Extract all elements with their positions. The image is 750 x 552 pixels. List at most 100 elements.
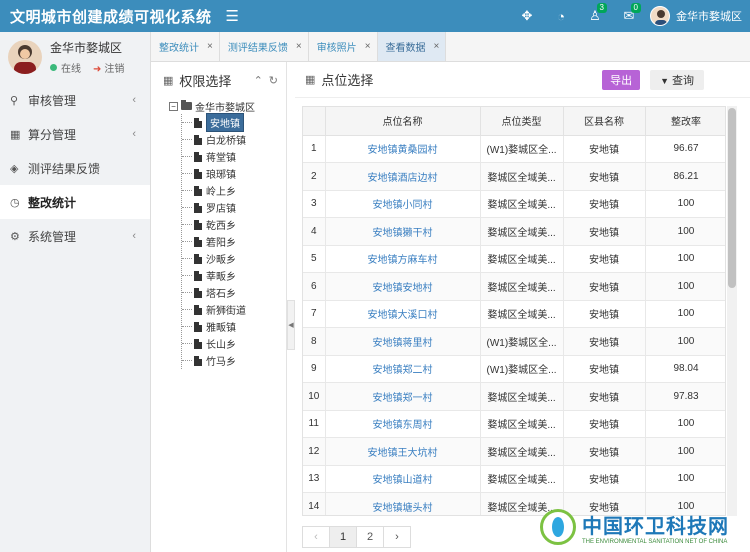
sidebar-item-label: 测评结果反馈: [28, 161, 101, 176]
tree-node-label: 沙畈乡: [206, 255, 236, 266]
point-name-link[interactable]: 安地镇蒋里村: [325, 327, 481, 356]
point-type-cell: 婺城区全域美...: [480, 437, 564, 466]
tree-node[interactable]: 安地镇: [182, 113, 286, 132]
table-row[interactable]: 1 安地镇黄桑园村 (W1)婺城区全... 安地镇 96.67: [303, 135, 725, 163]
point-name-link[interactable]: 安地镇安地村: [325, 272, 481, 301]
col-point-name[interactable]: 点位名称: [325, 107, 481, 136]
mail-icon[interactable]: ✉ 0: [612, 0, 646, 32]
table-row[interactable]: 10 安地镇郑一村 婺城区全域美... 安地镇 97.83: [303, 382, 725, 411]
fullscreen-icon[interactable]: ✥: [510, 0, 544, 32]
tab-label: 审核照片: [316, 43, 357, 54]
sidebar-user-name: 金华市婺城区: [50, 41, 123, 55]
point-name-link[interactable]: 安地镇山道村: [325, 465, 481, 493]
next-page-button[interactable]: ›: [383, 526, 411, 548]
vertical-scrollbar[interactable]: [727, 106, 737, 516]
tree-node[interactable]: 雅畈镇: [182, 318, 286, 335]
sidebar-item-scoring[interactable]: ▦ 算分管理 ‹: [0, 117, 150, 151]
tree-node[interactable]: 箬阳乡: [182, 233, 286, 250]
table-row[interactable]: 13 安地镇山道村 婺城区全域美... 安地镇 100: [303, 465, 725, 493]
logout-link[interactable]: ➜ 注销: [93, 60, 124, 75]
document-icon: [194, 287, 202, 298]
point-type-cell: (W1)婺城区全...: [480, 355, 564, 383]
close-icon[interactable]: ×: [207, 41, 213, 52]
tab-photos[interactable]: 审核照片 ×: [309, 32, 378, 61]
export-button[interactable]: 导出: [602, 69, 641, 90]
table-row[interactable]: 2 安地镇酒店边村 婺城区全域美... 安地镇 86.21: [303, 162, 725, 191]
point-name-link[interactable]: 安地镇酒店边村: [325, 162, 481, 191]
document-icon: [194, 202, 202, 213]
tree-node[interactable]: 沙畈乡: [182, 250, 286, 267]
collapse-toggle-icon[interactable]: −: [169, 101, 178, 111]
close-icon[interactable]: ×: [296, 41, 302, 52]
row-index: 3: [303, 190, 326, 218]
tab-rectification[interactable]: 整改统计 ×: [151, 32, 220, 61]
tab-view-data[interactable]: 查看数据 ×: [377, 32, 447, 61]
point-name-link[interactable]: 安地镇郑一村: [325, 382, 481, 411]
sidebar-item-audit[interactable]: ⚲ 审核管理 ‹: [0, 83, 150, 117]
scrollbar-thumb[interactable]: [728, 108, 736, 288]
close-icon[interactable]: ×: [434, 41, 440, 52]
calculator-icon: ▦: [10, 128, 21, 141]
page-button[interactable]: 2: [356, 526, 384, 548]
point-type-cell: 婺城区全域美...: [480, 382, 564, 411]
point-type-cell: (W1)婺城区全...: [480, 327, 564, 356]
sidebar-item-feedback[interactable]: ◈ 测评结果反馈: [0, 151, 150, 185]
col-rate[interactable]: 整改率: [645, 107, 725, 136]
refresh-icon[interactable]: ↻: [269, 74, 278, 87]
tree-node-label: 乾西乡: [206, 221, 236, 232]
tree-node-label: 长山乡: [206, 340, 236, 351]
table-row[interactable]: 5 安地镇方麻车村 婺城区全域美... 安地镇 100: [303, 245, 725, 273]
chevron-up-icon[interactable]: ⌃: [254, 74, 263, 87]
point-type-cell: 婺城区全域美...: [480, 217, 564, 246]
point-name-link[interactable]: 安地镇小同村: [325, 190, 481, 218]
sidebar-menu: ⚲ 审核管理 ‹ ▦ 算分管理 ‹ ◈ 测评结果反馈 ◷ 整改统计 ⚙ 系统管理…: [0, 83, 150, 253]
tree-node[interactable]: 长山乡: [182, 335, 286, 352]
chevron-left-icon: ‹: [132, 94, 136, 106]
table-row[interactable]: 6 安地镇安地村 婺城区全域美... 安地镇 100: [303, 272, 725, 301]
table-row[interactable]: 3 安地镇小同村 婺城区全域美... 安地镇 100: [303, 190, 725, 218]
page-button[interactable]: 1: [329, 526, 357, 548]
tree-root[interactable]: − 金华市婺城区: [169, 98, 286, 114]
dashboard-icon[interactable]: ◔: [544, 0, 578, 32]
tree-node[interactable]: 白龙桥镇: [182, 131, 286, 148]
online-dot-icon: [50, 64, 57, 71]
tree-node[interactable]: 莘畈乡: [182, 267, 286, 284]
tree-node[interactable]: 蒋堂镇: [182, 148, 286, 165]
tree-node[interactable]: 乾西乡: [182, 216, 286, 233]
point-name-link[interactable]: 安地镇獭干村: [325, 217, 481, 246]
header-avatar: [650, 6, 670, 26]
sidebar-item-system[interactable]: ⚙ 系统管理 ‹: [0, 219, 150, 253]
tree-node[interactable]: 新狮街道: [182, 301, 286, 318]
point-name-link[interactable]: 安地镇王大坑村: [325, 437, 481, 466]
table-row[interactable]: 4 安地镇獭干村 婺城区全域美... 安地镇 100: [303, 217, 725, 246]
point-name-link[interactable]: 安地镇方麻车村: [325, 245, 481, 273]
tab-feedback[interactable]: 测评结果反馈 ×: [220, 32, 309, 61]
tree-node[interactable]: 塔石乡: [182, 284, 286, 301]
point-name-link[interactable]: 安地镇郑二村: [325, 355, 481, 383]
panel-collapse-handle[interactable]: ◀: [287, 300, 295, 350]
table-row[interactable]: 12 安地镇王大坑村 婺城区全域美... 安地镇 100: [303, 437, 725, 466]
table-row[interactable]: 11 安地镇东周村 婺城区全域美... 安地镇 100: [303, 410, 725, 438]
tree-node[interactable]: 罗店镇: [182, 199, 286, 216]
users-icon[interactable]: ♙ 3: [578, 0, 612, 32]
point-name-link[interactable]: 安地镇塘头村: [325, 492, 481, 515]
table-row[interactable]: 8 安地镇蒋里村 (W1)婺城区全... 安地镇 100: [303, 327, 725, 356]
col-county[interactable]: 区县名称: [563, 107, 646, 136]
menu-toggle-icon[interactable]: ☰: [226, 7, 239, 25]
table-row[interactable]: 9 安地镇郑二村 (W1)婺城区全... 安地镇 98.04: [303, 355, 725, 383]
tree-node-label: 新狮街道: [206, 306, 246, 317]
point-name-link[interactable]: 安地镇黄桑园村: [325, 135, 481, 163]
query-button[interactable]: ▼ 查询: [650, 69, 704, 90]
table-row[interactable]: 7 安地镇大溪口村 婺城区全域美... 安地镇 100: [303, 300, 725, 328]
sidebar-item-rectification[interactable]: ◷ 整改统计: [0, 185, 150, 219]
tree-node[interactable]: 岭上乡: [182, 182, 286, 199]
tree-node[interactable]: 琅琊镇: [182, 165, 286, 182]
rate-cell: 86.21: [645, 162, 725, 191]
close-icon[interactable]: ×: [365, 41, 371, 52]
point-name-link[interactable]: 安地镇大溪口村: [325, 300, 481, 328]
point-name-link[interactable]: 安地镇东周村: [325, 410, 481, 438]
header-user-menu[interactable]: 金华市婺城区: [650, 6, 742, 26]
col-point-type[interactable]: 点位类型: [480, 107, 564, 136]
prev-page-button[interactable]: ‹: [302, 526, 330, 548]
tree-node[interactable]: 竹马乡: [182, 352, 286, 369]
